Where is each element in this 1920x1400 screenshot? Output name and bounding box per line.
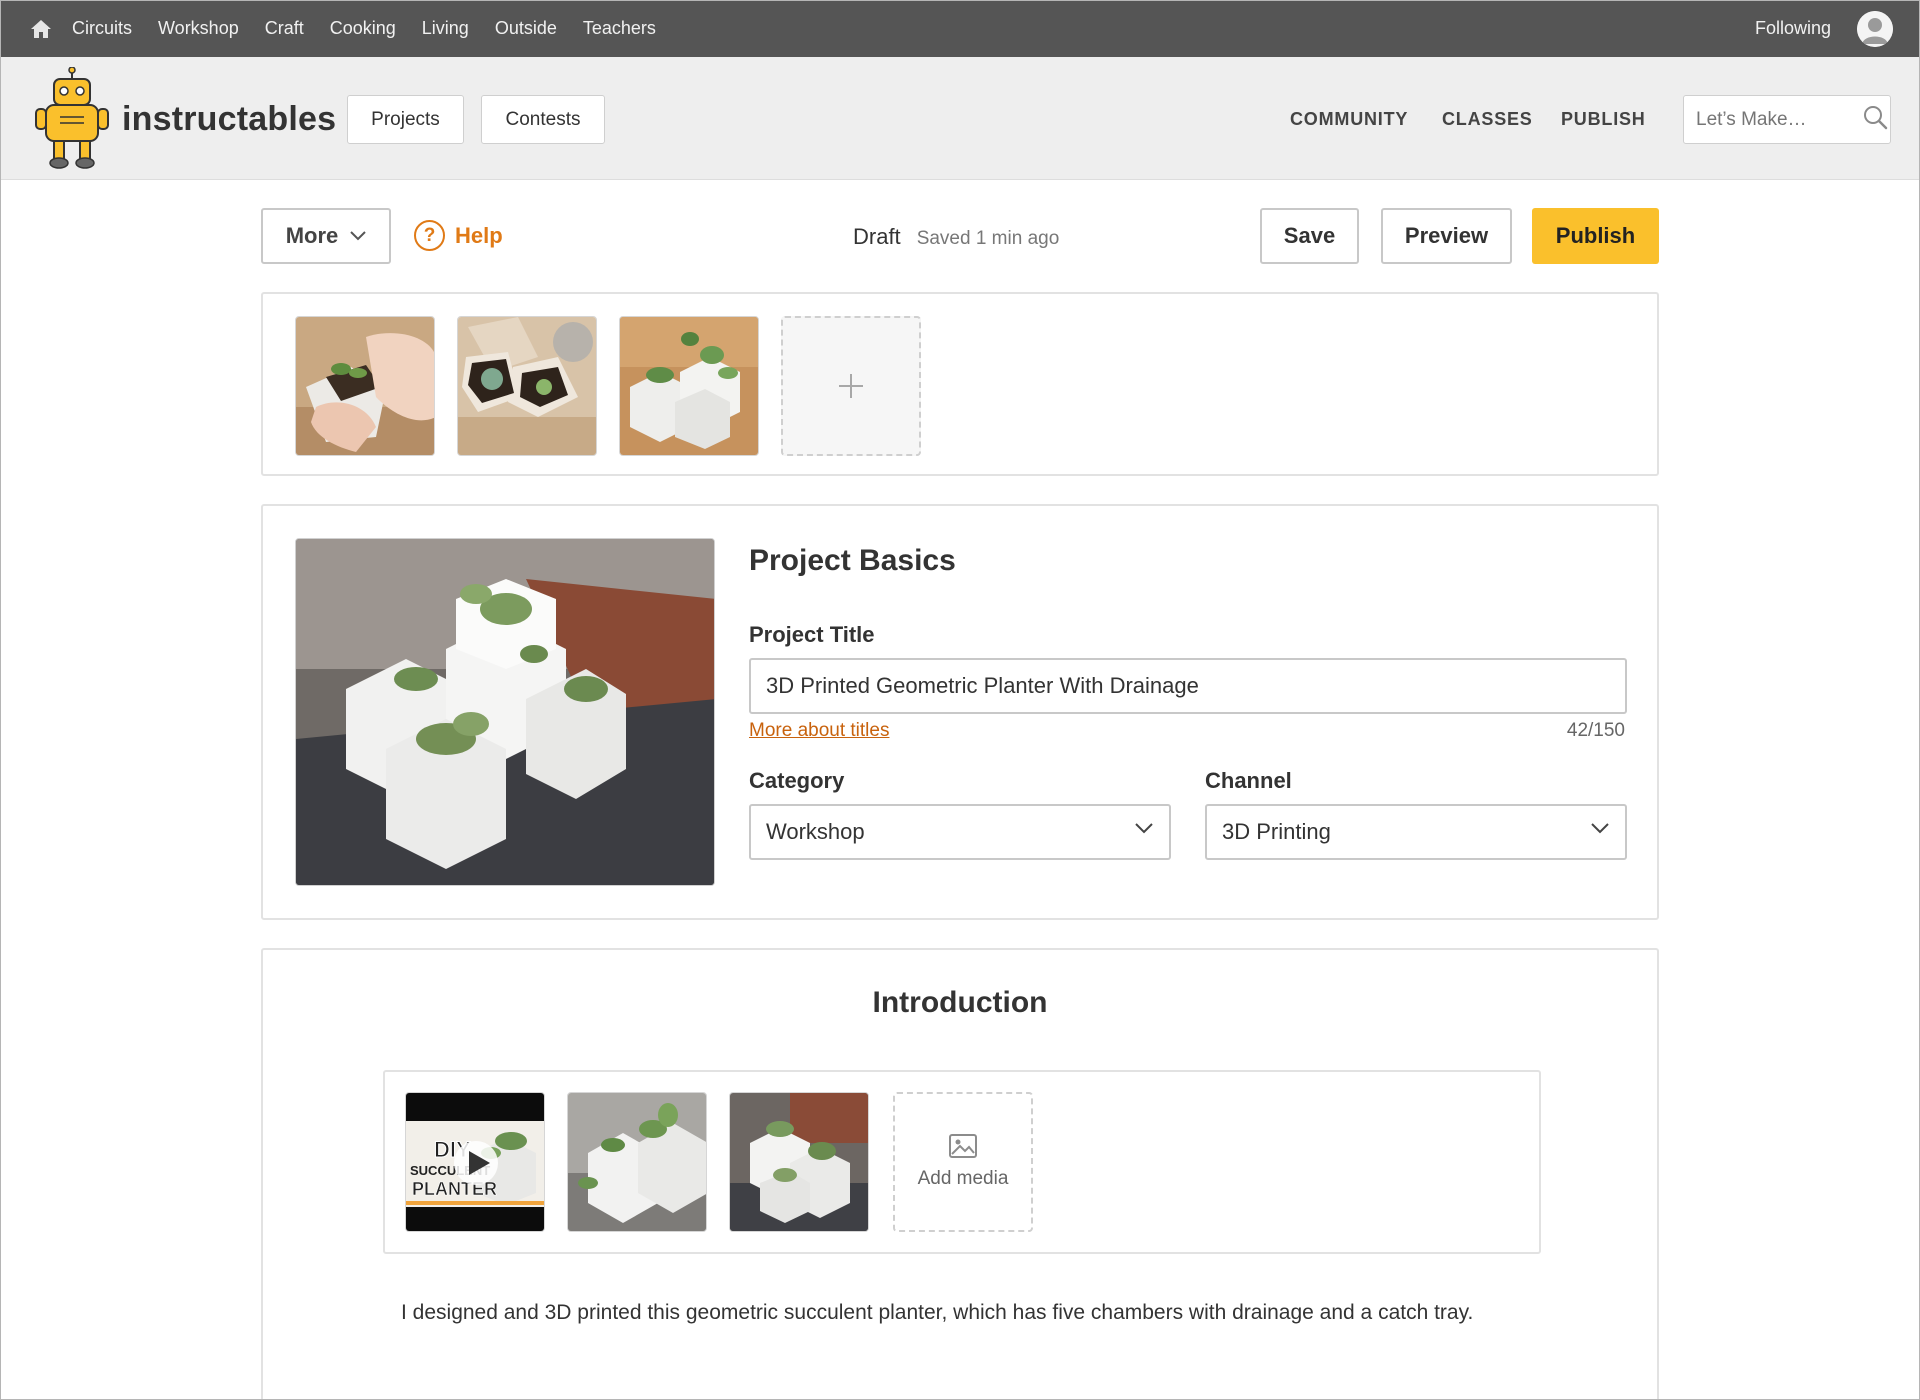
- contests-button[interactable]: Contests: [481, 95, 605, 144]
- question-icon: ?: [414, 220, 445, 251]
- add-media-button[interactable]: Add media: [893, 1092, 1033, 1232]
- nav-teachers[interactable]: Teachers: [583, 18, 656, 39]
- cover-images-panel: [261, 292, 1659, 476]
- more-label: More: [285, 223, 339, 248]
- project-title-input[interactable]: [766, 673, 1625, 699]
- following-link[interactable]: Following: [1755, 18, 1831, 39]
- project-basics-heading: Project Basics: [749, 544, 956, 577]
- channel-label: Channel: [1205, 768, 1292, 793]
- classes-link[interactable]: CLASSES: [1442, 109, 1533, 130]
- save-button[interactable]: Save: [1260, 208, 1359, 264]
- project-main-image[interactable]: [295, 538, 715, 886]
- help-button[interactable]: ? Help: [414, 220, 503, 251]
- add-cover-image-button[interactable]: [781, 316, 921, 456]
- search-input[interactable]: [1696, 108, 1856, 131]
- logo-wordmark: instructables: [122, 99, 337, 138]
- avatar[interactable]: [1857, 10, 1893, 47]
- community-link[interactable]: COMMUNITY: [1290, 109, 1408, 130]
- user-avatar-icon: [1857, 10, 1893, 47]
- nav-living[interactable]: Living: [422, 18, 469, 39]
- category-label: Category: [749, 768, 845, 793]
- more-about-titles-link[interactable]: More about titles: [749, 720, 889, 742]
- help-label: Help: [455, 222, 503, 248]
- channel-select[interactable]: 3D Printing: [1205, 804, 1627, 860]
- category-select[interactable]: Workshop: [749, 804, 1171, 860]
- cover-thumbnail-2[interactable]: [457, 316, 597, 456]
- intro-image-thumbnail-2[interactable]: [729, 1092, 869, 1232]
- nav-workshop[interactable]: Workshop: [158, 18, 239, 39]
- introduction-text[interactable]: I designed and 3D printed this geometric…: [401, 1296, 1531, 1329]
- editor-toolbar: More ? Help Draft Saved 1 min ago Save P…: [261, 208, 1659, 264]
- publish-link[interactable]: PUBLISH: [1561, 109, 1646, 130]
- cover-thumbnail-3[interactable]: [619, 316, 759, 456]
- search-icon[interactable]: [1862, 104, 1888, 135]
- draft-status: Draft Saved 1 min ago: [853, 224, 1059, 250]
- projects-button[interactable]: Projects: [347, 95, 464, 144]
- plus-icon: [839, 374, 863, 398]
- chevron-down-icon: [1135, 823, 1153, 834]
- intro-video-thumbnail[interactable]: DIY SUCCULENT PLANTER: [405, 1092, 545, 1232]
- nav-circuits[interactable]: Circuits: [72, 18, 132, 39]
- category-links: Circuits Workshop Craft Cooking Living O…: [72, 18, 682, 39]
- nav-craft[interactable]: Craft: [265, 18, 304, 39]
- publish-button[interactable]: Publish: [1532, 208, 1659, 264]
- chevron-down-icon: [350, 231, 366, 241]
- category-value: Workshop: [766, 819, 865, 844]
- home-icon[interactable]: [26, 14, 56, 44]
- preview-button[interactable]: Preview: [1381, 208, 1512, 264]
- title-char-counter: 42/150: [1566, 720, 1625, 741]
- add-media-label: Add media: [917, 1168, 1009, 1189]
- intro-image-thumbnail-1[interactable]: [567, 1092, 707, 1232]
- project-basics-panel: Project Basics Project Title More about …: [261, 504, 1659, 920]
- intro-media-box: DIY SUCCULENT PLANTER Add media: [383, 1070, 1541, 1254]
- introduction-heading: Introduction: [872, 986, 1048, 1019]
- top-nav-right: Following: [1755, 10, 1893, 47]
- site-header: instructables Projects Contests COMMUNIT…: [0, 57, 1920, 180]
- site-logo[interactable]: instructables: [32, 67, 336, 171]
- draft-label: Draft: [853, 224, 901, 249]
- chevron-down-icon: [1591, 823, 1609, 834]
- nav-outside[interactable]: Outside: [495, 18, 557, 39]
- nav-cooking[interactable]: Cooking: [330, 18, 396, 39]
- saved-time: Saved 1 min ago: [916, 228, 1060, 249]
- channel-value: 3D Printing: [1222, 819, 1331, 844]
- top-nav: Circuits Workshop Craft Cooking Living O…: [0, 0, 1920, 57]
- cover-thumbnail-1[interactable]: [295, 316, 435, 456]
- introduction-panel: Introduction DIY SUCCULENT PLANTER Add m…: [261, 948, 1659, 1400]
- image-icon: [949, 1134, 977, 1158]
- robot-logo-icon: [35, 67, 109, 169]
- project-title-label: Project Title: [749, 622, 875, 647]
- project-title-field: [749, 658, 1627, 714]
- search-box: [1683, 95, 1891, 144]
- more-button[interactable]: More: [261, 208, 391, 264]
